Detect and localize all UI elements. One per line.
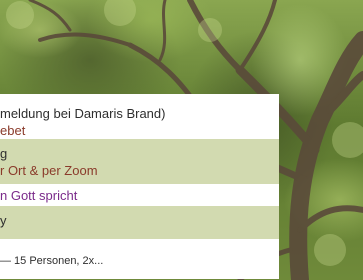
list-item[interactable]: n Gott spricht <box>0 184 279 206</box>
event-subtitle: r Ort & per Zoom <box>0 163 98 178</box>
list-item[interactable]: y <box>0 206 279 239</box>
event-list: meldung bei Damaris Brand) ebet g r Ort … <box>0 94 279 279</box>
event-title: y <box>0 213 7 228</box>
event-title: — 15 Personen, 2x... <box>0 255 104 267</box>
event-title: g <box>0 146 8 161</box>
event-subtitle: ebet <box>0 123 26 138</box>
list-item[interactable]: g r Ort & per Zoom <box>0 139 279 184</box>
event-title: meldung bei Damaris Brand) <box>0 106 166 121</box>
event-link[interactable]: n Gott spricht <box>0 187 279 204</box>
list-item[interactable]: meldung bei Damaris Brand) ebet <box>0 94 279 139</box>
list-item[interactable]: — 15 Personen, 2x... <box>0 239 279 279</box>
